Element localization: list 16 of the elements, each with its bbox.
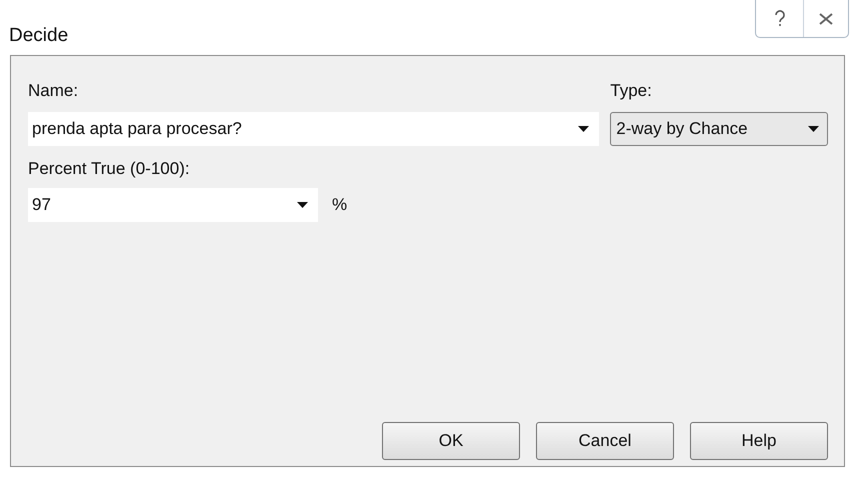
type-dropdown[interactable]: 2-way by Chance [610, 112, 828, 146]
dialog-button[interactable]: OK [382, 422, 520, 460]
percent-unit: % [332, 194, 348, 216]
percent-combo-field[interactable]: 97 [28, 188, 318, 222]
dialog-button[interactable]: Cancel [536, 422, 674, 460]
percent-label: Percent True (0-100): [28, 158, 191, 180]
name-label: Name: [28, 80, 80, 102]
close-icon [819, 12, 833, 24]
dropdown-caret-icon [578, 126, 590, 132]
dropdown-caret-icon [808, 126, 819, 132]
help-icon [774, 10, 786, 28]
name-combo-field[interactable]: prenda apta para procesar? [28, 112, 600, 146]
dialog-button[interactable]: Help [690, 422, 828, 460]
window-title: Decide [9, 24, 68, 48]
dropdown-caret-icon [297, 202, 308, 208]
type-label: Type: [610, 80, 653, 102]
